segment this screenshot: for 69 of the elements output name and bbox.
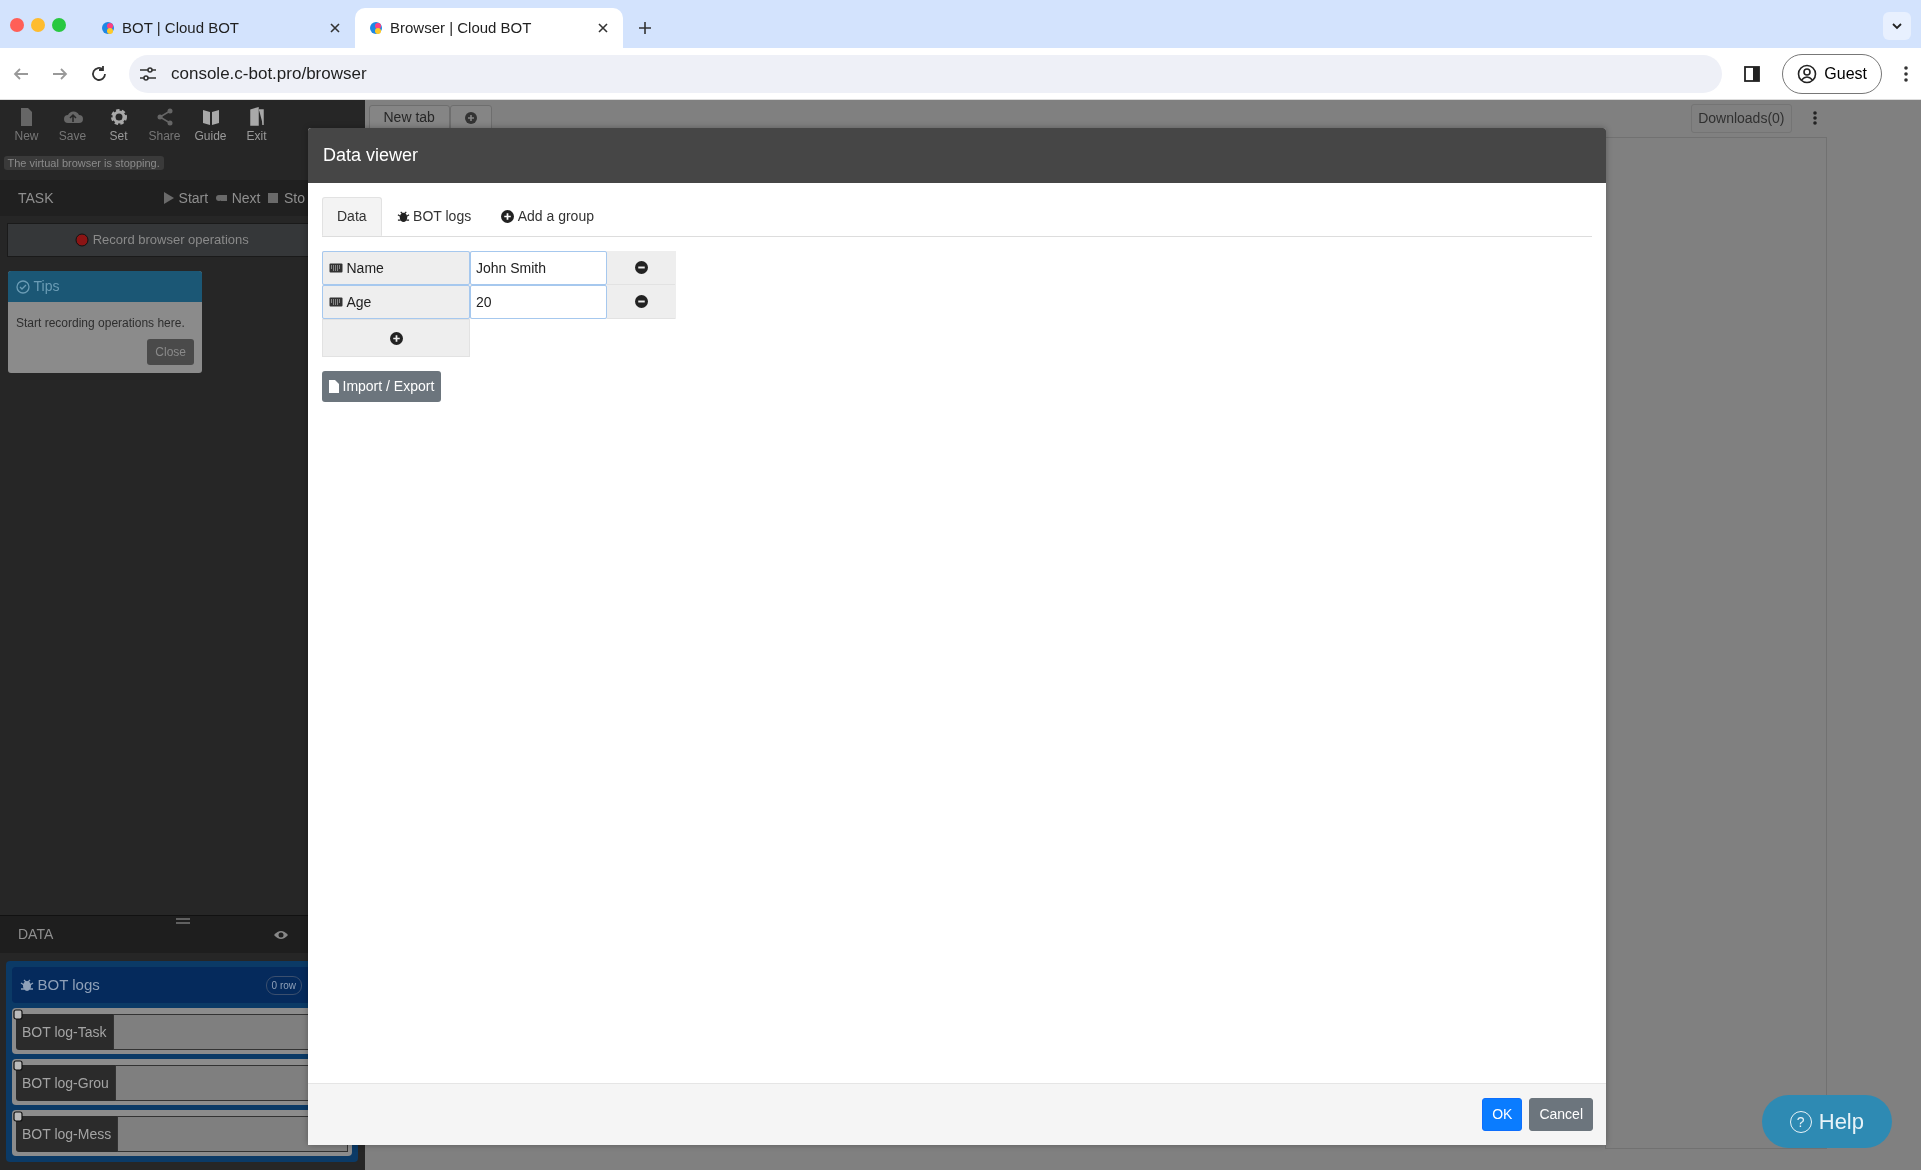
field-name: Name — [322, 251, 470, 285]
close-icon[interactable] — [329, 22, 341, 34]
import-export-button[interactable]: Import / Export — [322, 371, 442, 402]
tab-search-icon[interactable] — [1883, 12, 1911, 40]
new-tab-icon[interactable] — [637, 20, 653, 36]
eye-icon[interactable] — [273, 928, 289, 941]
gear-icon — [108, 107, 129, 127]
plus-circle-icon — [501, 210, 515, 223]
copy-icon[interactable] — [13, 1060, 23, 1071]
dialog-tab[interactable]: Add a group — [486, 197, 609, 236]
stop-icon — [267, 191, 281, 205]
dialog-title: Data viewer — [308, 128, 1606, 183]
row-count: 0 row — [265, 975, 302, 995]
favicon-icon — [101, 21, 115, 35]
toolbar-button[interactable]: Guide — [187, 107, 234, 145]
bug-icon — [20, 978, 34, 992]
keyboard-icon — [329, 297, 343, 307]
address-bar[interactable]: console.c-bot.pro/browser — [129, 54, 1723, 93]
plus-circle-icon — [464, 111, 477, 124]
task-action-button[interactable]: Sto — [267, 187, 305, 209]
remove-icon[interactable] — [634, 261, 648, 274]
browser-tab[interactable]: Browser | Cloud BOT — [355, 8, 623, 48]
tips-title: Tips — [33, 277, 60, 296]
group-title: BOT logs — [37, 974, 100, 995]
browser-tab[interactable]: BOT | Cloud BOT — [87, 8, 355, 48]
book-icon — [200, 107, 221, 127]
keyboard-icon — [329, 263, 343, 273]
bug-icon — [396, 210, 410, 223]
help-button[interactable]: ? Help — [1761, 1095, 1892, 1148]
add-row-button[interactable] — [322, 319, 470, 357]
downloads-button[interactable]: Downloads(0) — [1691, 103, 1792, 133]
tab-title: Browser | Cloud BOT — [390, 17, 533, 38]
section-title: TASK — [18, 188, 54, 208]
task-action-button[interactable]: Start — [162, 187, 209, 209]
ok-button[interactable]: OK — [1482, 1098, 1523, 1131]
copy-icon[interactable] — [13, 1009, 23, 1020]
toolbar-button[interactable]: Set — [95, 107, 142, 145]
record-icon — [75, 233, 90, 247]
check-circle-icon — [16, 279, 30, 294]
task-action-button[interactable]: Next — [215, 187, 261, 209]
dialog-tab[interactable]: BOT logs — [381, 197, 487, 236]
toolbar-button[interactable]: Exit — [233, 107, 280, 145]
status-message: The virtual browser is stopping. — [3, 156, 164, 170]
field-label: BOT log-Mess — [16, 1116, 118, 1152]
field-name: Age — [322, 285, 470, 319]
input-field[interactable]: John Smith — [470, 251, 607, 285]
account-icon — [1797, 63, 1818, 84]
cancel-button[interactable]: Cancel — [1529, 1098, 1593, 1131]
remove-icon[interactable] — [634, 295, 648, 308]
close-icon[interactable] — [597, 22, 609, 34]
site-settings-icon — [139, 65, 157, 82]
tab-title: BOT | Cloud BOT — [122, 17, 240, 38]
play-icon — [162, 191, 176, 205]
plus-circle-icon — [389, 331, 403, 345]
copy-icon[interactable] — [13, 1111, 23, 1122]
field-label: BOT log-Grou — [16, 1065, 115, 1101]
more-icon[interactable] — [1903, 64, 1909, 83]
document-icon — [329, 380, 339, 393]
field-label: BOT log-Task — [16, 1014, 113, 1050]
tips-text: Start recording operations here. — [16, 315, 186, 332]
dialog-tab[interactable]: Data — [322, 197, 382, 236]
input-field[interactable]: 20 — [470, 285, 607, 319]
reload-icon[interactable] — [90, 64, 108, 83]
profile-button[interactable]: Guest — [1782, 53, 1882, 94]
side-panel-icon[interactable] — [1743, 64, 1762, 83]
close-button[interactable]: Close — [147, 339, 194, 365]
section-title: DATA — [18, 925, 54, 944]
favicon-icon — [369, 21, 383, 35]
resize-handle-icon[interactable] — [176, 918, 190, 924]
